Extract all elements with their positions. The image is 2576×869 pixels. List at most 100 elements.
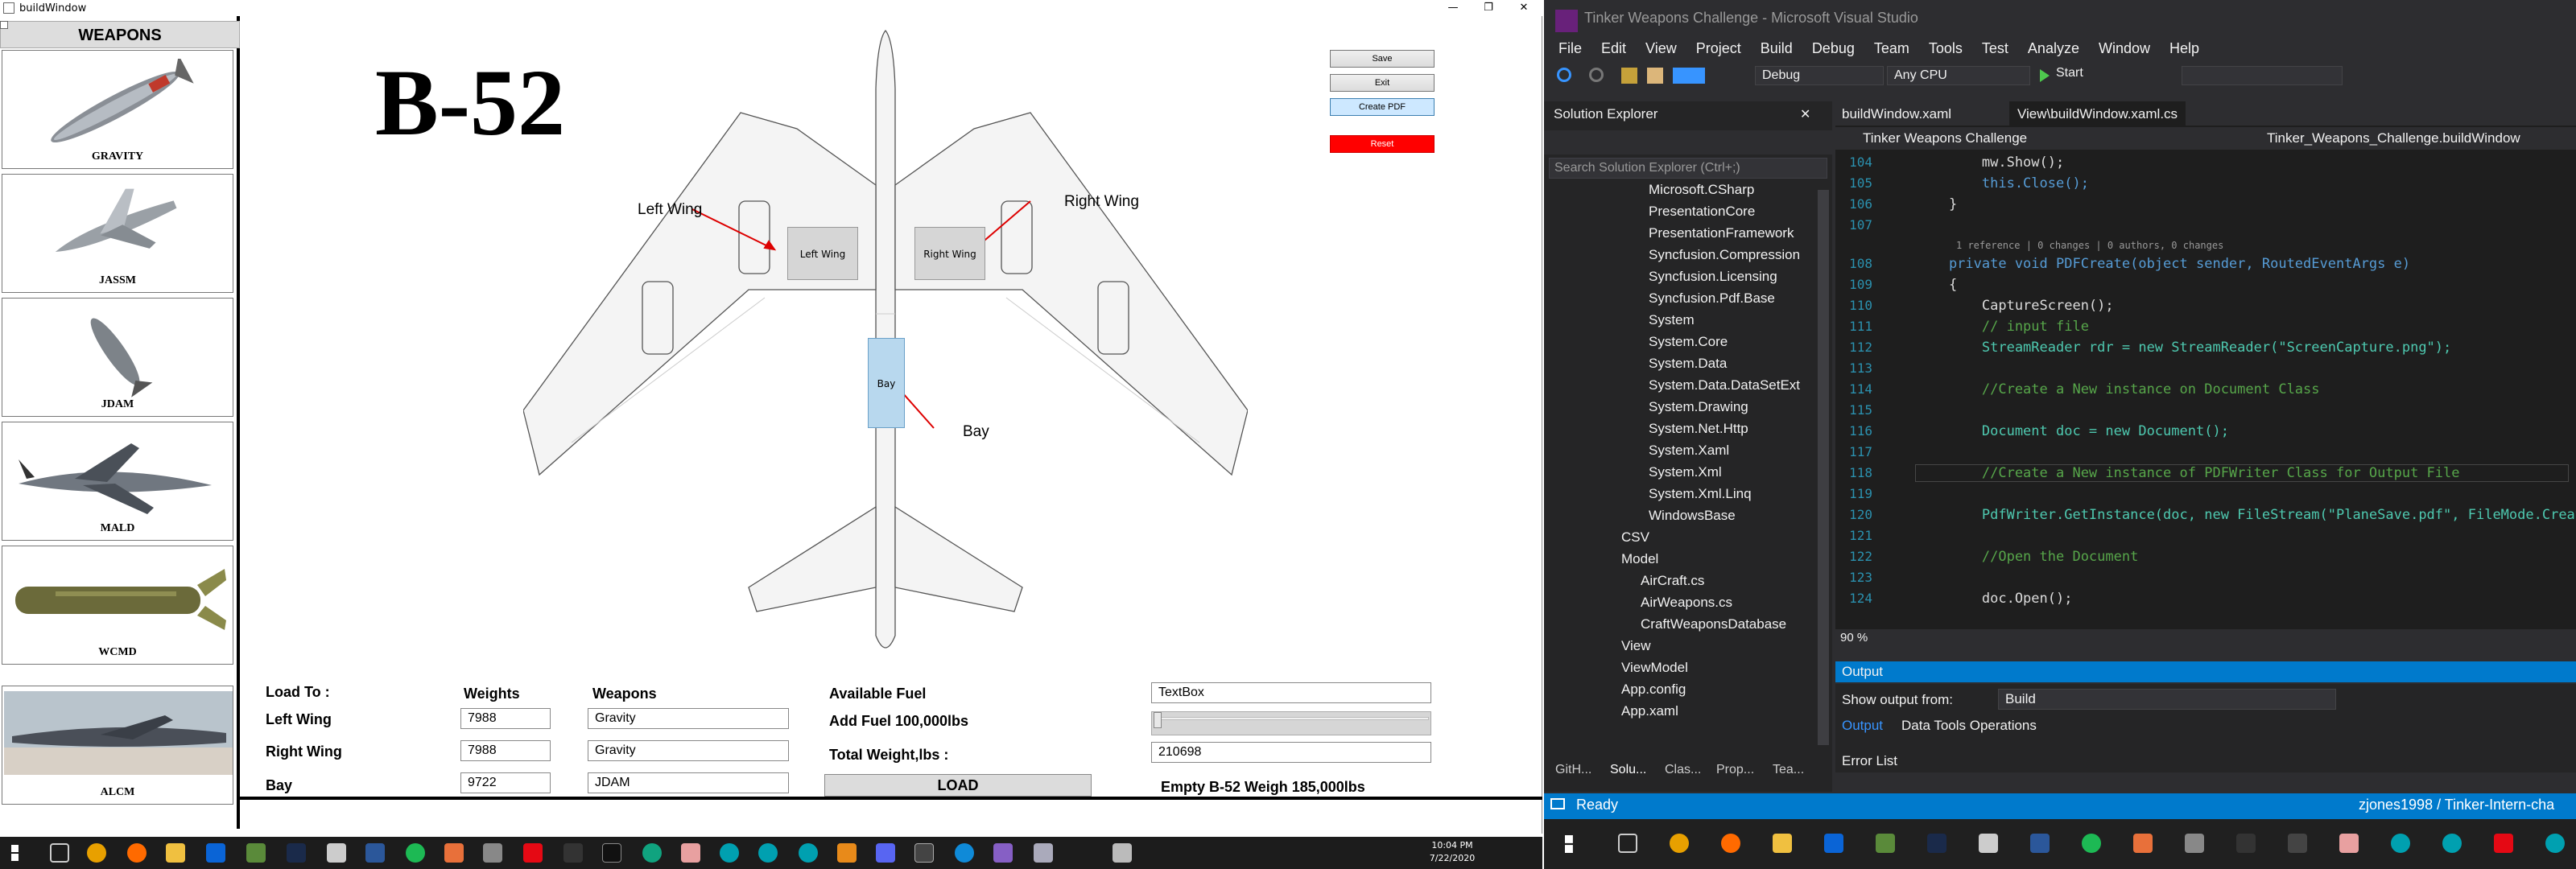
right-weight-field[interactable]: 7988: [460, 740, 551, 761]
tab-properties[interactable]: Prop...: [1716, 763, 1754, 777]
app-icon[interactable]: [2236, 834, 2256, 853]
weapon-card-gravity[interactable]: GRAVITY: [2, 50, 233, 169]
tree-item[interactable]: System.Xml: [1649, 464, 1722, 486]
chrome-icon[interactable]: [87, 843, 106, 863]
app-icon[interactable]: [1034, 843, 1053, 863]
close-button[interactable]: ✕: [1505, 0, 1542, 16]
explorer-icon[interactable]: [166, 843, 185, 863]
codelens[interactable]: 1 reference | 0 changes | 0 authors, 0 c…: [1956, 240, 2223, 251]
discord-icon[interactable]: [876, 843, 895, 863]
weapon-card-alcm[interactable]: ALCM: [2, 686, 233, 805]
left-weapon-field[interactable]: Gravity: [588, 708, 789, 729]
tree-file[interactable]: CraftWeaponsDatabase: [1641, 616, 1786, 638]
task-view-icon[interactable]: [50, 843, 69, 863]
tab-github[interactable]: GitH...: [1555, 763, 1591, 777]
menu-build[interactable]: Build: [1761, 40, 1793, 56]
new-project-icon[interactable]: [1621, 68, 1637, 84]
netflix-icon[interactable]: [523, 843, 543, 863]
tree-item[interactable]: PresentationCore: [1649, 204, 1755, 225]
tab-xaml[interactable]: buildWindow.xaml: [1842, 106, 1951, 122]
solution-search-input[interactable]: Search Solution Explorer (Ctrl+;): [1549, 158, 1827, 179]
firefox-icon[interactable]: [1721, 834, 1740, 853]
app-icon[interactable]: [2339, 834, 2359, 853]
spotify-icon[interactable]: [406, 843, 425, 863]
tree-folder[interactable]: Model: [1621, 551, 1658, 573]
minecraft-icon[interactable]: [246, 843, 266, 863]
save-all-icon[interactable]: [1689, 68, 1705, 84]
configuration-select[interactable]: Debug: [1755, 66, 1884, 85]
menu-help[interactable]: Help: [2169, 40, 2199, 56]
word-icon[interactable]: [365, 843, 385, 863]
close-icon[interactable]: ✕: [1800, 106, 1810, 122]
tree-item[interactable]: System.Data: [1649, 356, 1727, 377]
m-icon[interactable]: [2185, 834, 2204, 853]
forward-icon[interactable]: [1589, 68, 1604, 82]
tree-item[interactable]: System.Data.DataSetExt: [1649, 377, 1800, 399]
weapon-card-mald[interactable]: MALD: [2, 422, 233, 541]
tree-file[interactable]: AirCraft.cs: [1641, 573, 1704, 595]
right-weapon-field[interactable]: Gravity: [588, 740, 789, 761]
bay-weight-field[interactable]: 9722: [460, 772, 551, 793]
right-wing-slot[interactable]: Right Wing: [914, 227, 985, 280]
menu-team[interactable]: Team: [1874, 40, 1909, 56]
load-button[interactable]: LOAD: [824, 774, 1092, 797]
unity-icon[interactable]: [914, 843, 934, 863]
tab-xaml-cs[interactable]: View\buildWindow.xaml.cs: [2009, 101, 2186, 126]
scrollbar[interactable]: [1818, 190, 1829, 745]
mail-icon[interactable]: [206, 843, 225, 863]
zoom-level[interactable]: 90 %: [1835, 629, 2576, 647]
matlab-icon[interactable]: [2133, 834, 2153, 853]
tree-item[interactable]: Syncfusion.Compression: [1649, 247, 1800, 269]
explorer-icon[interactable]: [1773, 834, 1792, 853]
nav-project[interactable]: Tinker Weapons Challenge: [1863, 130, 2027, 146]
tree-item[interactable]: System.Xml.Linq: [1649, 486, 1752, 508]
total-weight-field[interactable]: 210698: [1151, 742, 1431, 763]
fuel-textbox[interactable]: TextBox: [1151, 682, 1431, 703]
edge-icon[interactable]: [955, 843, 974, 863]
output-source-select[interactable]: Build: [1998, 689, 2336, 710]
task-view-icon[interactable]: [1618, 834, 1637, 853]
save-button[interactable]: Save: [1330, 50, 1435, 68]
menu-debug[interactable]: Debug: [1812, 40, 1855, 56]
left-wing-slot[interactable]: Left Wing: [787, 227, 858, 280]
nav-class[interactable]: Tinker_Weapons_Challenge.buildWindow: [2267, 130, 2520, 146]
start-icon[interactable]: [1565, 835, 1573, 853]
app-icon[interactable]: [2442, 834, 2462, 853]
menu-test[interactable]: Test: [1982, 40, 2008, 56]
panel-checkbox[interactable]: [0, 21, 8, 29]
menu-analyze[interactable]: Analyze: [2028, 40, 2079, 56]
tree-file[interactable]: App.config: [1621, 682, 1686, 703]
tree-file[interactable]: App.xaml: [1621, 703, 1678, 725]
app-icon[interactable]: [837, 843, 857, 863]
tab-class[interactable]: Clas...: [1665, 763, 1701, 777]
code-area[interactable]: 104 105 106 107 108 109 110 111 112 113 …: [1835, 151, 2576, 626]
app-icon[interactable]: [720, 843, 739, 863]
tab-output[interactable]: Output: [1842, 718, 1883, 734]
tree-item[interactable]: System.Net.Http: [1649, 421, 1748, 443]
maximize-button[interactable]: ❐: [1470, 0, 1507, 16]
m-icon[interactable]: [483, 843, 502, 863]
minimize-button[interactable]: —: [1435, 0, 1472, 16]
build-window-icon[interactable]: [1113, 843, 1132, 863]
tree-item[interactable]: Syncfusion.Pdf.Base: [1649, 290, 1775, 312]
steam-icon[interactable]: [287, 843, 306, 863]
matlab-icon[interactable]: [444, 843, 464, 863]
firefox-icon[interactable]: [127, 843, 147, 863]
chrome-icon[interactable]: [1670, 834, 1689, 853]
save-icon[interactable]: [1673, 68, 1689, 84]
start-icon[interactable]: [11, 845, 19, 861]
tree-item[interactable]: System.Drawing: [1649, 399, 1748, 421]
tree-folder[interactable]: ViewModel: [1621, 660, 1688, 682]
debug-target-select[interactable]: [2182, 66, 2343, 85]
repo-label[interactable]: zjones1998 / Tinker-Intern-cha: [2359, 797, 2554, 813]
menu-window[interactable]: Window: [2099, 40, 2150, 56]
app-icon[interactable]: [564, 843, 583, 863]
tree-file[interactable]: AirWeapons.cs: [1641, 595, 1732, 616]
app-icon[interactable]: [799, 843, 818, 863]
fuel-slider[interactable]: [1151, 711, 1431, 735]
weapon-card-jdam[interactable]: JDAM: [2, 298, 233, 417]
platform-select[interactable]: Any CPU: [1887, 66, 2030, 85]
mail-icon[interactable]: [1824, 834, 1843, 853]
app-icon[interactable]: [642, 843, 662, 863]
start-play-icon[interactable]: [2040, 69, 2050, 82]
